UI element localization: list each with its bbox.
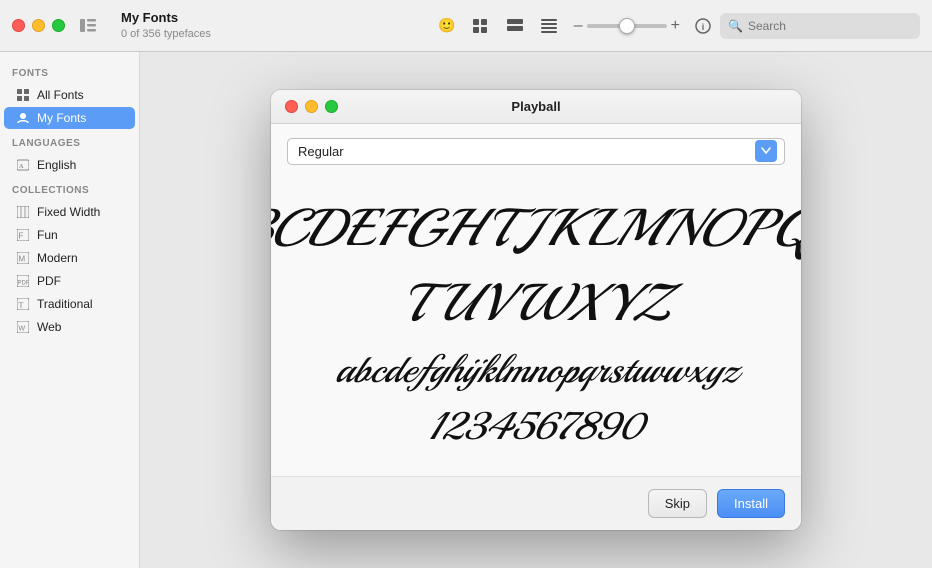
my-fonts-icon bbox=[16, 111, 30, 125]
traffic-lights bbox=[12, 19, 65, 32]
svg-text:W: W bbox=[19, 326, 26, 333]
sidebar-item-fixed-width[interactable]: Fixed Width bbox=[4, 201, 135, 223]
svg-text:PDF: PDF bbox=[18, 281, 30, 287]
grid-view-button[interactable] bbox=[466, 13, 496, 39]
sidebar-item-web[interactable]: W Web bbox=[4, 316, 135, 338]
font-install-modal: Playball Regular bbox=[271, 90, 801, 531]
modal-overlay: Playball Regular bbox=[140, 52, 932, 568]
all-fonts-label: All Fonts bbox=[37, 88, 84, 102]
sidebar-item-traditional[interactable]: T Traditional bbox=[4, 293, 135, 315]
sidebar-item-pdf[interactable]: PDF PDF bbox=[4, 270, 135, 292]
preview-line-1: ABCDEFGHTJKLMNOPQRS bbox=[271, 195, 801, 263]
maximize-button[interactable] bbox=[52, 19, 65, 32]
search-icon: 🔍 bbox=[728, 19, 743, 33]
modal-close-button[interactable] bbox=[285, 100, 298, 113]
sidebar-item-modern[interactable]: M Modern bbox=[4, 247, 135, 269]
svg-text:A: A bbox=[19, 164, 24, 170]
fixed-width-icon bbox=[16, 205, 30, 219]
main-layout: Fonts All Fonts My Fonts Langua bbox=[0, 52, 932, 568]
pdf-icon: PDF bbox=[16, 274, 30, 288]
sidebar-toggle-button[interactable] bbox=[79, 17, 97, 35]
toolbar-controls: 🙂 – + bbox=[432, 13, 920, 39]
sidebar-item-fun[interactable]: F Fun bbox=[4, 224, 135, 246]
svg-text:T: T bbox=[19, 301, 24, 310]
preview-line-2: TUVWXYZ bbox=[404, 270, 669, 338]
svg-text:M: M bbox=[19, 255, 26, 264]
all-fonts-icon bbox=[16, 88, 30, 102]
strip-view-button[interactable] bbox=[500, 13, 530, 39]
english-icon: A bbox=[16, 158, 30, 172]
modal-maximize-button[interactable] bbox=[325, 100, 338, 113]
traditional-icon: T bbox=[16, 297, 30, 311]
svg-text:i: i bbox=[702, 22, 705, 32]
sidebar-item-my-fonts[interactable]: My Fonts bbox=[4, 107, 135, 129]
search-box: 🔍 bbox=[720, 13, 920, 39]
size-slider-area: – + bbox=[574, 17, 680, 35]
size-slider[interactable] bbox=[587, 24, 667, 28]
my-fonts-label: My Fonts bbox=[37, 111, 86, 125]
fixed-width-label: Fixed Width bbox=[37, 205, 100, 219]
minimize-button[interactable] bbox=[32, 19, 45, 32]
preview-line-4: 1234567890 bbox=[429, 403, 643, 452]
search-input[interactable] bbox=[748, 19, 912, 33]
sidebar: Fonts All Fonts My Fonts Langua bbox=[0, 52, 140, 568]
font-variant-selector: Regular bbox=[287, 138, 785, 165]
slider-max-icon: + bbox=[671, 17, 680, 35]
collections-section-label: Collections bbox=[0, 177, 139, 200]
info-button[interactable]: i bbox=[690, 13, 716, 39]
traditional-label: Traditional bbox=[37, 297, 93, 311]
web-icon: W bbox=[16, 320, 30, 334]
close-button[interactable] bbox=[12, 19, 25, 32]
titlebar: My Fonts 0 of 356 typefaces 🙂 bbox=[0, 0, 932, 52]
pdf-label: PDF bbox=[37, 274, 61, 288]
skip-button[interactable]: Skip bbox=[648, 489, 707, 518]
svg-text:F: F bbox=[19, 232, 24, 241]
modal-traffic-lights bbox=[285, 100, 338, 113]
font-preview-area: ABCDEFGHTJKLMNOPQRS TUVWXYZ abcdefghijkl… bbox=[287, 185, 785, 463]
view-emoji-button[interactable]: 🙂 bbox=[432, 13, 462, 39]
titlebar-center: My Fonts 0 of 356 typefaces bbox=[121, 10, 432, 41]
sidebar-item-english[interactable]: A English bbox=[4, 154, 135, 176]
modal-body: Regular ABCDEFGHTJKLMNOPQRS TUVWXYZ abcd… bbox=[271, 124, 801, 477]
modal-title: Playball bbox=[511, 99, 560, 114]
content-area: Playball Regular bbox=[140, 52, 932, 568]
sidebar-item-all-fonts[interactable]: All Fonts bbox=[4, 84, 135, 106]
modern-label: Modern bbox=[37, 251, 78, 265]
modal-minimize-button[interactable] bbox=[305, 100, 318, 113]
slider-min-icon: – bbox=[574, 17, 583, 35]
english-label: English bbox=[37, 158, 76, 172]
modal-titlebar: Playball bbox=[271, 90, 801, 124]
list-view-button[interactable] bbox=[534, 13, 564, 39]
fonts-section-label: Fonts bbox=[0, 60, 139, 83]
install-button[interactable]: Install bbox=[717, 489, 785, 518]
modern-icon: M bbox=[16, 251, 30, 265]
web-label: Web bbox=[37, 320, 61, 334]
emoji-icon: 🙂 bbox=[438, 17, 455, 34]
fun-icon: F bbox=[16, 228, 30, 242]
preview-line-3: abcdefghijklmnopqrstuvwxyz bbox=[335, 346, 737, 395]
languages-section-label: Languages bbox=[0, 130, 139, 153]
font-variant-select[interactable]: Regular bbox=[287, 138, 785, 165]
app-subtitle: 0 of 356 typefaces bbox=[121, 27, 211, 41]
fun-label: Fun bbox=[37, 228, 58, 242]
app-title: My Fonts bbox=[121, 10, 178, 27]
modal-footer: Skip Install bbox=[271, 476, 801, 530]
